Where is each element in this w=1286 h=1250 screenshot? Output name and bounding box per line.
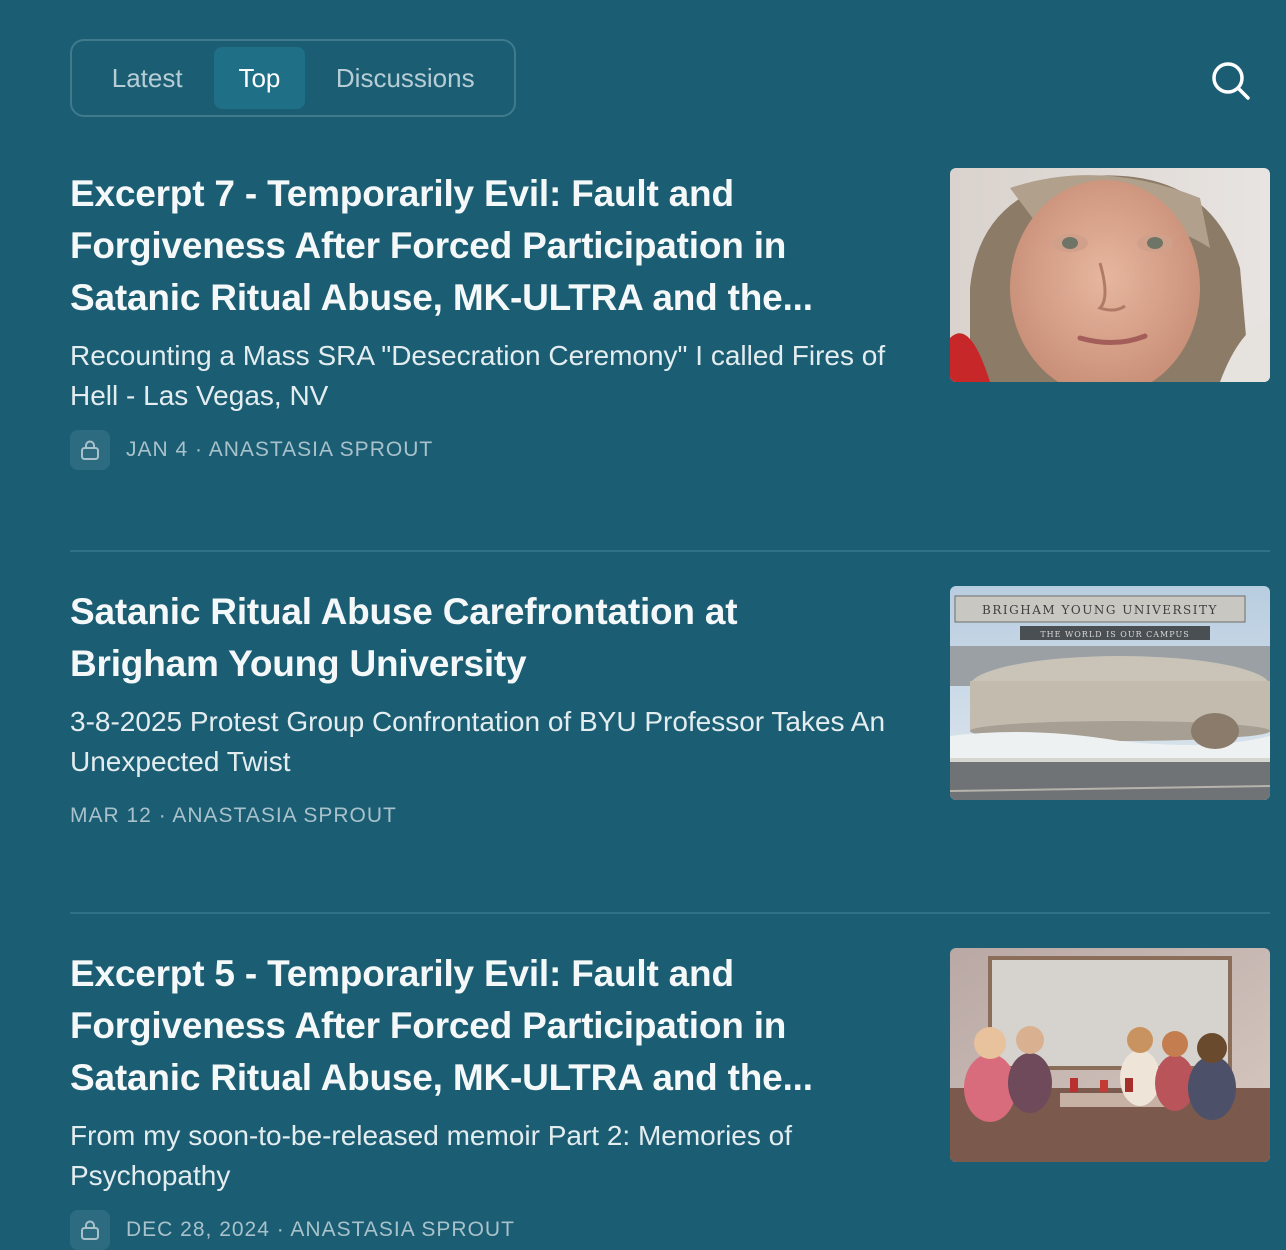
post-date-author: JAN 4 · ANASTASIA SPROUT — [126, 438, 434, 461]
tab-discussions[interactable]: Discussions — [305, 47, 506, 109]
campus-sign-motto: THE WORLD IS OUR CAMPUS — [1040, 630, 1189, 639]
tab-latest[interactable]: Latest — [80, 47, 214, 109]
post-thumbnail-vintage-photo[interactable] — [950, 948, 1270, 1162]
post-thumbnail-portrait[interactable] — [950, 168, 1270, 382]
post-subtitle: From my soon-to-be-released memoir Part … — [70, 1120, 792, 1191]
post-date-author: MAR 12 · ANASTASIA SPROUT — [70, 804, 397, 827]
post-item[interactable]: Satanic Ritual Abuse Carefrontation at B… — [70, 586, 1270, 836]
tab-top[interactable]: Top — [214, 47, 305, 109]
search-icon — [1212, 62, 1250, 100]
search-button[interactable] — [1208, 58, 1252, 102]
post-title[interactable]: Excerpt 7 - Temporarily Evil: Fault and … — [70, 168, 890, 324]
feed-tabs: Latest Top Discussions — [70, 39, 516, 117]
post-thumbnail-campus-sign[interactable]: BRIGHAM YOUNG UNIVERSITY THE WORLD IS OU… — [950, 586, 1270, 800]
divider — [70, 550, 1270, 552]
post-subtitle: Recounting a Mass SRA "Desecration Cerem… — [70, 340, 886, 411]
post-meta: MAR 12 · ANASTASIA SPROUT — [70, 796, 890, 836]
post-subtitle: 3-8-2025 Protest Group Confrontation of … — [70, 706, 886, 777]
divider — [70, 912, 1270, 914]
post-meta: JAN 4 · ANASTASIA SPROUT — [70, 430, 890, 470]
post-item[interactable]: Excerpt 7 - Temporarily Evil: Fault and … — [70, 168, 1270, 470]
post-title[interactable]: Excerpt 5 - Temporarily Evil: Fault and … — [70, 948, 890, 1104]
post-title[interactable]: Satanic Ritual Abuse Carefrontation at B… — [70, 586, 890, 690]
post-date-author: DEC 28, 2024 · ANASTASIA SPROUT — [126, 1218, 515, 1241]
post-item[interactable]: Excerpt 5 - Temporarily Evil: Fault and … — [70, 948, 1270, 1250]
lock-icon — [70, 430, 110, 470]
lock-icon — [70, 1210, 110, 1250]
post-meta: DEC 28, 2024 · ANASTASIA SPROUT — [70, 1210, 890, 1250]
campus-sign-text: BRIGHAM YOUNG UNIVERSITY — [982, 603, 1218, 617]
